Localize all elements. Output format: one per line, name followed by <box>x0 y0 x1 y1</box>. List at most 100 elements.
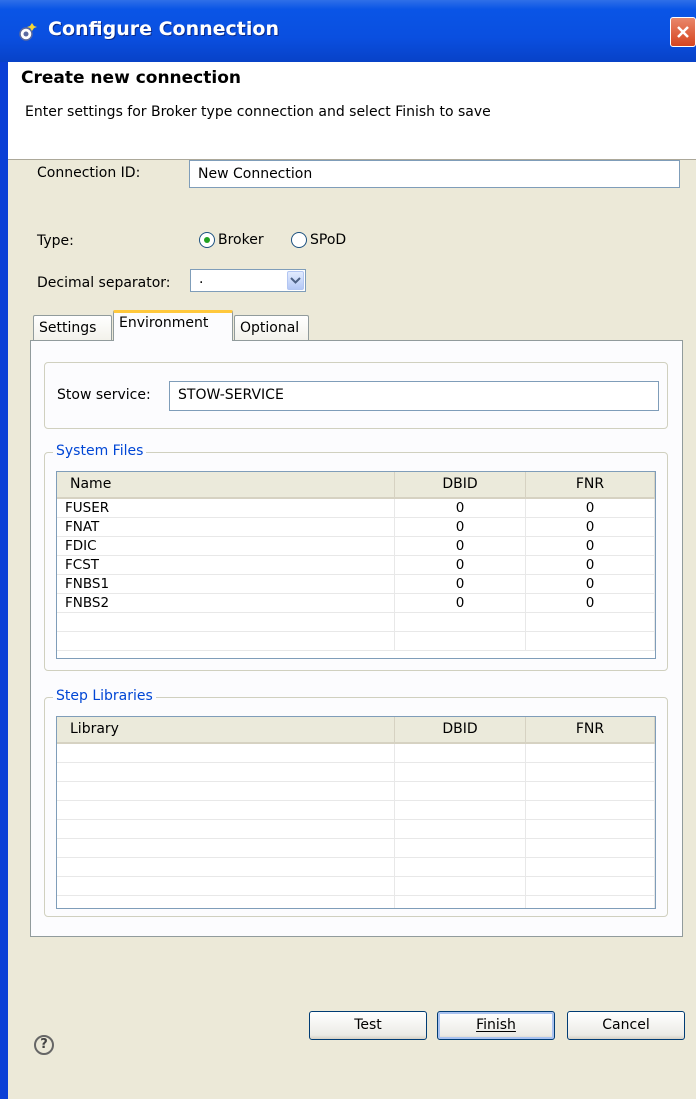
page-description: Enter settings for Broker type connectio… <box>25 104 491 120</box>
column-header-fnr[interactable]: FNR <box>526 472 655 497</box>
spod-radio[interactable] <box>291 232 307 248</box>
page-title: Create new connection <box>21 68 241 88</box>
stow-service-input[interactable]: STOW-SERVICE <box>169 381 659 411</box>
table-row[interactable] <box>57 820 655 839</box>
table-cell <box>57 632 395 651</box>
column-header-fnr[interactable]: FNR <box>526 717 655 742</box>
dialog-client-area: Create new connection Enter settings for… <box>8 62 696 1099</box>
table-row[interactable]: FNBS1 0 0 <box>57 575 655 594</box>
table-row[interactable] <box>57 613 655 632</box>
table-cell: FUSER <box>57 499 395 518</box>
table-row[interactable]: FDIC 0 0 <box>57 537 655 556</box>
system-files-table[interactable]: Name DBID FNR FUSER 0 0 FNAT 0 0 FDIC 0 0 FCST 0 0 F… <box>56 471 656 659</box>
spod-radio-label[interactable]: SPoD <box>310 232 346 248</box>
connection-id-label: Connection ID: <box>37 165 141 181</box>
table-header: Name DBID FNR <box>57 472 655 499</box>
help-icon[interactable]: ? <box>34 1035 54 1055</box>
table-cell: 0 <box>526 575 655 594</box>
broker-radio[interactable] <box>199 232 215 248</box>
column-header-library[interactable]: Library <box>57 717 395 742</box>
configure-connection-dialog: Configure Connection Create new connecti… <box>0 0 696 1099</box>
close-icon <box>677 26 689 38</box>
table-cell <box>57 896 395 908</box>
finish-button[interactable]: Finish <box>437 1011 555 1040</box>
table-cell <box>526 744 655 763</box>
table-row[interactable]: FCST 0 0 <box>57 556 655 575</box>
table-row[interactable] <box>57 744 655 763</box>
table-row[interactable] <box>57 877 655 896</box>
table-row[interactable] <box>57 801 655 820</box>
window-title: Configure Connection <box>48 18 279 40</box>
table-cell: 0 <box>526 499 655 518</box>
table-cell <box>526 801 655 820</box>
tab-optional[interactable]: Optional <box>234 315 309 341</box>
table-cell <box>395 877 526 896</box>
tab-settings[interactable]: Settings <box>33 315 112 341</box>
table-row[interactable] <box>57 632 655 651</box>
table-row[interactable]: FUSER 0 0 <box>57 499 655 518</box>
table-cell <box>395 744 526 763</box>
table-cell <box>57 877 395 896</box>
step-libraries-title: Step Libraries <box>53 688 156 704</box>
step-libraries-table[interactable]: Library DBID FNR <box>56 716 656 909</box>
decimal-separator-value: . <box>199 271 204 287</box>
table-cell: FNBS1 <box>57 575 395 594</box>
table-row[interactable] <box>57 839 655 858</box>
table-cell: 0 <box>526 518 655 537</box>
table-cell <box>57 801 395 820</box>
table-cell <box>526 632 655 651</box>
table-cell: 0 <box>395 518 526 537</box>
step-libraries-group: Step Libraries Library DBID FNR <box>44 688 668 917</box>
table-cell <box>57 763 395 782</box>
table-cell <box>57 820 395 839</box>
column-header-name[interactable]: Name <box>57 472 395 497</box>
table-cell <box>57 839 395 858</box>
chevron-down-icon <box>290 277 301 284</box>
table-cell: FNBS2 <box>57 594 395 613</box>
table-cell: 0 <box>395 556 526 575</box>
table-cell: 0 <box>395 537 526 556</box>
table-row[interactable]: FNAT 0 0 <box>57 518 655 537</box>
table-cell <box>395 801 526 820</box>
close-button[interactable] <box>670 17 696 47</box>
connection-icon <box>19 23 37 41</box>
cancel-button[interactable]: Cancel <box>567 1011 685 1040</box>
dropdown-button[interactable] <box>287 271 304 290</box>
table-cell <box>395 613 526 632</box>
table-cell: 0 <box>526 594 655 613</box>
table-cell <box>395 820 526 839</box>
table-cell <box>57 858 395 877</box>
table-row[interactable]: FNBS2 0 0 <box>57 594 655 613</box>
decimal-separator-label: Decimal separator: <box>37 275 171 291</box>
table-cell: 0 <box>526 556 655 575</box>
table-cell <box>526 763 655 782</box>
table-cell <box>395 632 526 651</box>
column-header-dbid[interactable]: DBID <box>395 717 526 742</box>
table-cell <box>526 782 655 801</box>
table-row[interactable] <box>57 896 655 908</box>
table-cell <box>57 782 395 801</box>
table-header: Library DBID FNR <box>57 717 655 744</box>
connection-id-input[interactable]: New Connection <box>189 160 680 188</box>
stow-service-label: Stow service: <box>57 387 151 403</box>
table-cell: 0 <box>526 537 655 556</box>
table-row[interactable] <box>57 858 655 877</box>
table-row[interactable] <box>57 763 655 782</box>
column-header-dbid[interactable]: DBID <box>395 472 526 497</box>
stow-service-group: Stow service: STOW-SERVICE <box>44 362 668 429</box>
wizard-header: Create new connection Enter settings for… <box>8 62 696 160</box>
table-row[interactable] <box>57 782 655 801</box>
table-cell <box>395 858 526 877</box>
system-files-group: System Files Name DBID FNR FUSER 0 0 FNAT 0 0… <box>44 443 668 671</box>
decimal-separator-select[interactable]: . <box>190 269 306 292</box>
type-label: Type: <box>37 233 74 249</box>
broker-radio-label[interactable]: Broker <box>218 232 264 248</box>
tab-environment[interactable]: Environment <box>113 310 233 341</box>
test-button[interactable]: Test <box>309 1011 427 1040</box>
environment-tab-panel: Stow service: STOW-SERVICE System Files … <box>30 340 683 937</box>
table-cell <box>526 613 655 632</box>
table-cell <box>57 744 395 763</box>
table-cell <box>57 613 395 632</box>
table-cell: 0 <box>395 499 526 518</box>
title-bar[interactable]: Configure Connection <box>0 0 696 62</box>
